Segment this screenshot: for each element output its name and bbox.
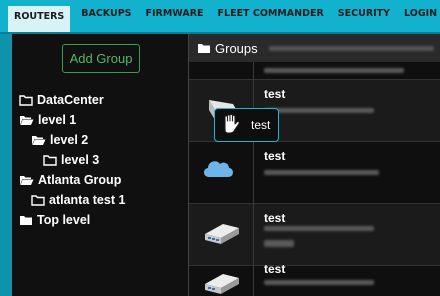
tree-node-label: level 3 [61, 153, 100, 167]
tree-node-level-3[interactable]: level 3 [43, 150, 99, 170]
device-row[interactable]: test [189, 204, 440, 266]
tree-node-top-level[interactable]: Top level [19, 210, 90, 230]
folder-open-icon [20, 176, 34, 185]
drag-label: test [251, 118, 271, 132]
tree-node-label: Atlanta Group [38, 173, 122, 187]
device-name[interactable]: test [264, 149, 285, 163]
blurred-text [264, 280, 374, 285]
folder-closed-icon [43, 155, 57, 166]
tab-login-management[interactable]: LOGIN MANAGEMENT [397, 0, 440, 32]
device-row[interactable] [189, 62, 440, 80]
folder-closed-icon [31, 195, 45, 206]
tree-node-level-1[interactable]: level 1 [19, 110, 76, 130]
blurred-text [264, 170, 379, 175]
group-sidebar: Add Group DataCenter level 1 level 2 lev… [12, 34, 188, 296]
tree-node-label: level 1 [38, 113, 77, 127]
tree-node-level-2[interactable]: level 2 [31, 130, 88, 150]
tree-node-label: Top level [37, 213, 91, 227]
device-name[interactable]: test [264, 211, 285, 225]
tree-node-label: level 2 [50, 133, 89, 147]
device-name[interactable]: test [264, 262, 285, 276]
column-separator [253, 62, 254, 296]
blurred-status-icons [264, 240, 294, 247]
device-row[interactable]: test [189, 262, 440, 296]
folder-filled-icon [20, 216, 32, 225]
tree-node-label: DataCenter [37, 93, 104, 107]
cloud-thumbnail [201, 155, 235, 185]
add-group-button[interactable]: Add Group [62, 44, 140, 73]
top-nav: ROUTERS BACKUPS FIRMWARE FLEET COMMANDER… [0, 0, 440, 34]
folder-filled-icon [198, 44, 210, 53]
left-accent-strip [0, 34, 12, 296]
tab-fleet-commander[interactable]: FLEET COMMANDER [211, 0, 331, 32]
device-row[interactable]: test [189, 142, 440, 204]
blurred-text [264, 108, 374, 113]
groups-header: Groups [189, 34, 440, 62]
tab-security[interactable]: SECURITY [331, 0, 397, 32]
hand-grab-icon [224, 113, 240, 134]
groups-header-title: Groups [215, 40, 258, 56]
tab-routers[interactable]: ROUTERS [8, 6, 71, 32]
router-thumbnail [201, 266, 241, 296]
tree-node-atlanta-group[interactable]: Atlanta Group [19, 170, 121, 190]
folder-closed-icon [19, 95, 33, 106]
drag-ghost[interactable]: test [214, 108, 279, 142]
device-name[interactable]: test [264, 87, 285, 101]
tree-node-datacenter[interactable]: DataCenter [19, 90, 104, 110]
tree-node-atlanta-test-1[interactable]: atlanta test 1 [31, 190, 125, 210]
folder-open-icon [20, 116, 34, 125]
tree-node-label: atlanta test 1 [49, 193, 126, 207]
groups-panel: Groups test test test test [189, 34, 440, 296]
router-icon [205, 274, 239, 294]
router-thumbnail [201, 216, 241, 254]
blurred-text [264, 68, 404, 73]
blurred-text [264, 226, 374, 231]
folder-open-icon [32, 136, 46, 145]
cloud-icon [203, 161, 233, 177]
blurred-header-text [269, 46, 434, 51]
tab-firmware[interactable]: FIRMWARE [139, 0, 211, 32]
tab-backups[interactable]: BACKUPS [74, 0, 138, 32]
router-icon [205, 224, 239, 244]
